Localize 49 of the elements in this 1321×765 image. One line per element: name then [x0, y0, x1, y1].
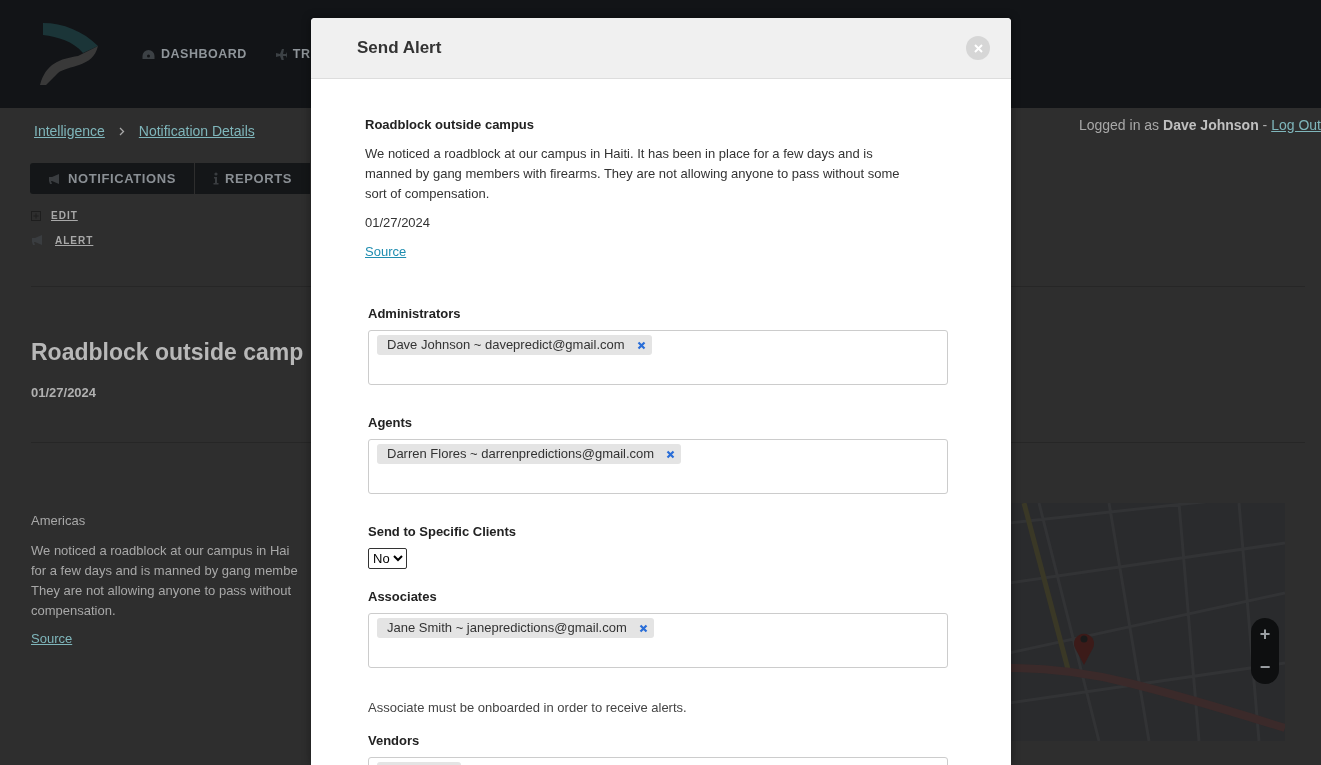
- description-line: We noticed a roadblock at our campus in Hai: [31, 541, 291, 560]
- close-icon: [973, 43, 983, 53]
- dialog-title: Send Alert: [357, 38, 442, 58]
- select-dropdown[interactable]: No: [368, 548, 407, 569]
- logout-link[interactable]: Log Out: [1271, 117, 1321, 133]
- gauge-icon: [142, 48, 155, 60]
- tab[interactable]: NOTIFICATIONS: [30, 163, 195, 194]
- field-label: Associates: [368, 589, 438, 604]
- tag-input[interactable]: Dave Johnson ~ davepredict@gmail.com: [368, 330, 948, 385]
- notification-date: 01/27/2024: [365, 215, 432, 230]
- field-label: Administrators: [368, 306, 462, 321]
- chevron-icon: [118, 127, 125, 136]
- source-link[interactable]: Source: [31, 630, 73, 646]
- megaphone-icon: [48, 172, 62, 185]
- field-label: Vendors: [368, 733, 421, 748]
- remove-icon[interactable]: [638, 624, 648, 633]
- plane-icon: [274, 48, 287, 60]
- remove-icon[interactable]: [666, 450, 676, 459]
- field-label: Send to Specific Clients: [368, 524, 518, 539]
- field-label: Agents: [368, 415, 414, 430]
- nav-link[interactable]: TR: [274, 47, 311, 61]
- tag-input[interactable]: Jane Smith ~ janepredictions@gmail.com: [368, 613, 948, 668]
- logo-icon: [38, 23, 100, 85]
- notification-title: Roadblock outside camp: [31, 339, 304, 367]
- breadcrumb-link[interactable]: Intelligence: [34, 123, 105, 139]
- notification-title: Roadblock outside campus: [365, 117, 536, 132]
- login-label: Logged in as: [1078, 117, 1161, 133]
- field-note: Associate must be onboarded in order to receive alerts.: [368, 700, 688, 715]
- user-name: Dave Johnson: [1163, 117, 1259, 133]
- nav-link[interactable]: DASHBOARD: [142, 47, 247, 61]
- separator-text: -: [1261, 117, 1269, 133]
- notification-description: We noticed a roadblock at our campus in Haiti. It has been in place for a few days and is manned by gang members with firearms. They are not allowing anyone to pass without some sort of compensation.: [365, 145, 901, 203]
- zoom-in-button[interactable]: +: [1255, 623, 1275, 645]
- tag-input[interactable]: Darren Flores ~ darrenpredictions@gmail.com: [368, 439, 948, 494]
- action-link[interactable]: EDIT: [51, 210, 78, 221]
- region-label: Americas: [31, 511, 87, 530]
- remove-icon[interactable]: [636, 341, 646, 350]
- description-line: for a few days and is manned by gang membe: [31, 561, 298, 580]
- breadcrumb-link[interactable]: Notification Details: [138, 123, 255, 139]
- description-line: They are not allowing anyone to pass without: [31, 581, 293, 600]
- tag-label: Jane Smith ~ janepredictions@gmail.com: [387, 620, 627, 636]
- notification-date: 01/27/2024: [31, 384, 98, 400]
- source-link[interactable]: Source: [365, 244, 407, 259]
- zoom-out-button[interactable]: −: [1255, 656, 1275, 678]
- tag-label: Dave Johnson ~ davepredict@gmail.com: [387, 337, 625, 353]
- description-line: compensation.: [31, 601, 117, 620]
- tag-label: Darren Flores ~ darrenpredictions@gmail.com: [387, 446, 655, 462]
- info-icon: [212, 172, 219, 185]
- action-link[interactable]: ALERT: [55, 234, 94, 246]
